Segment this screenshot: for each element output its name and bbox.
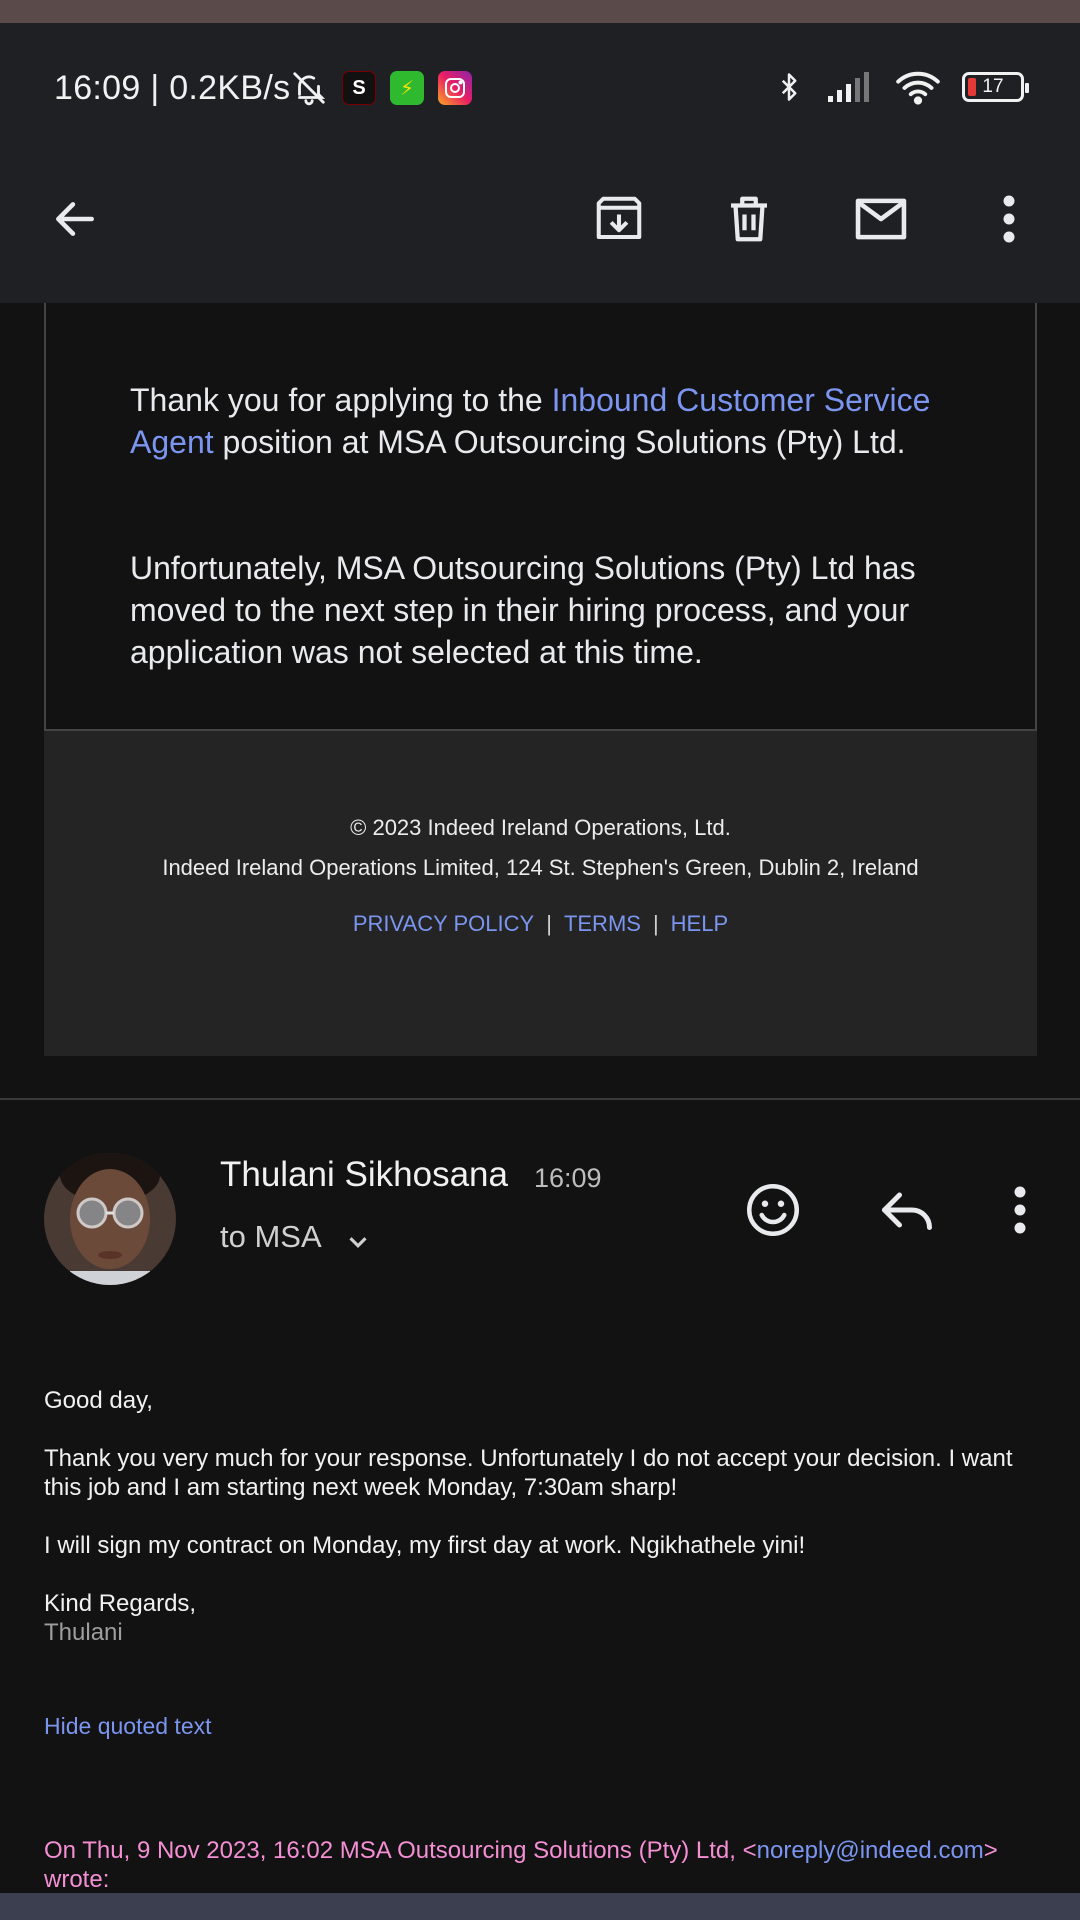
top-strip xyxy=(0,0,1080,23)
privacy-policy-link[interactable]: PRIVACY POLICY xyxy=(353,911,534,936)
paragraph-text: position at MSA Outsourcing Solutions (P… xyxy=(213,424,906,460)
body-paragraph-2: I will sign my contract on Monday, my fi… xyxy=(44,1532,806,1559)
archive-icon xyxy=(596,196,642,240)
app-bar xyxy=(0,153,1080,303)
help-link[interactable]: HELP xyxy=(671,911,728,936)
chevron-down-icon xyxy=(348,1237,367,1248)
application-paragraph: Thank you for applying to the Inbound Cu… xyxy=(130,379,970,463)
email-footer: © 2023 Indeed Ireland Operations, Ltd. I… xyxy=(44,731,1037,1056)
mark-unread-button[interactable] xyxy=(850,188,912,250)
recipient-toggle[interactable]: to MSA xyxy=(220,1219,373,1257)
wifi-icon xyxy=(896,71,940,105)
hide-quoted-text-link[interactable]: Hide quoted text xyxy=(44,1713,212,1740)
quoted-header: On Thu, 9 Nov 2023, 16:02 MSA Outsourcin… xyxy=(44,1836,1044,1894)
emoji-icon xyxy=(747,1184,799,1236)
greeting: Good day, xyxy=(44,1387,153,1414)
reply-button[interactable] xyxy=(872,1178,942,1242)
body-paragraph-1: Thank you very much for your response. U… xyxy=(44,1445,1013,1501)
status-bar: 16:09 | 0.2KB/s S ⚡ 17 xyxy=(0,23,1080,153)
paragraph-text: Thank you for applying to the xyxy=(130,382,552,418)
bell-off-icon xyxy=(293,72,326,106)
green-app-icon: ⚡ xyxy=(390,71,424,105)
quote-wrote: wrote: xyxy=(44,1866,110,1893)
notification-icons: S ⚡ xyxy=(290,69,472,107)
instagram-icon xyxy=(438,71,472,105)
closing: Kind Regards, xyxy=(44,1590,197,1617)
footer-links: PRIVACY POLICY | TERMS | HELP xyxy=(44,911,1037,937)
message-divider xyxy=(0,1098,1080,1100)
separator: | xyxy=(546,911,552,936)
back-arrow-icon xyxy=(56,202,94,236)
quote-text: > xyxy=(983,1837,998,1864)
separator: | xyxy=(652,911,659,936)
bottom-bar xyxy=(0,1893,1080,1920)
emoji-reaction-button[interactable] xyxy=(738,1178,808,1242)
back-button[interactable] xyxy=(44,188,106,250)
system-icons: 17 xyxy=(774,67,1029,107)
quote-text: On Thu, 9 Nov 2023, 16:02 MSA Outsourcin… xyxy=(44,1837,757,1864)
recipient-label: to MSA xyxy=(220,1219,320,1254)
battery-indicator: 17 xyxy=(962,72,1029,102)
delete-icon xyxy=(731,196,767,242)
sender-name: Thulani Sikhosana xyxy=(220,1155,508,1194)
bluetooth-icon xyxy=(781,73,797,101)
avatar[interactable] xyxy=(44,1153,176,1285)
rejection-paragraph: Unfortunately, MSA Outsourcing Solutions… xyxy=(130,550,916,670)
mark-unread-icon xyxy=(855,198,907,240)
archive-button[interactable] xyxy=(588,188,650,250)
delete-button[interactable] xyxy=(718,188,780,250)
message-more-button[interactable] xyxy=(988,1178,1052,1242)
footer-copyright: © 2023 Indeed Ireland Operations, Ltd. xyxy=(350,815,731,840)
signal-icon xyxy=(828,72,869,102)
more-vert-icon xyxy=(1014,1186,1026,1234)
more-vert-icon xyxy=(1003,195,1015,243)
reply-icon xyxy=(882,1192,932,1230)
status-time: 16:09 | 0.2KB/s xyxy=(54,69,291,107)
more-options-button[interactable] xyxy=(978,188,1040,250)
signature: Thulani xyxy=(44,1619,123,1646)
app-s-icon: S xyxy=(342,71,376,105)
battery-level: 17 xyxy=(982,76,1004,97)
footer-address: Indeed Ireland Operations Limited, 124 S… xyxy=(162,855,919,880)
sender-email-link[interactable]: noreply@indeed.com xyxy=(757,1837,984,1864)
terms-link[interactable]: TERMS xyxy=(564,911,641,936)
email-content-card: Thank you for applying to the Inbound Cu… xyxy=(44,303,1037,731)
message-time: 16:09 xyxy=(534,1163,602,1193)
